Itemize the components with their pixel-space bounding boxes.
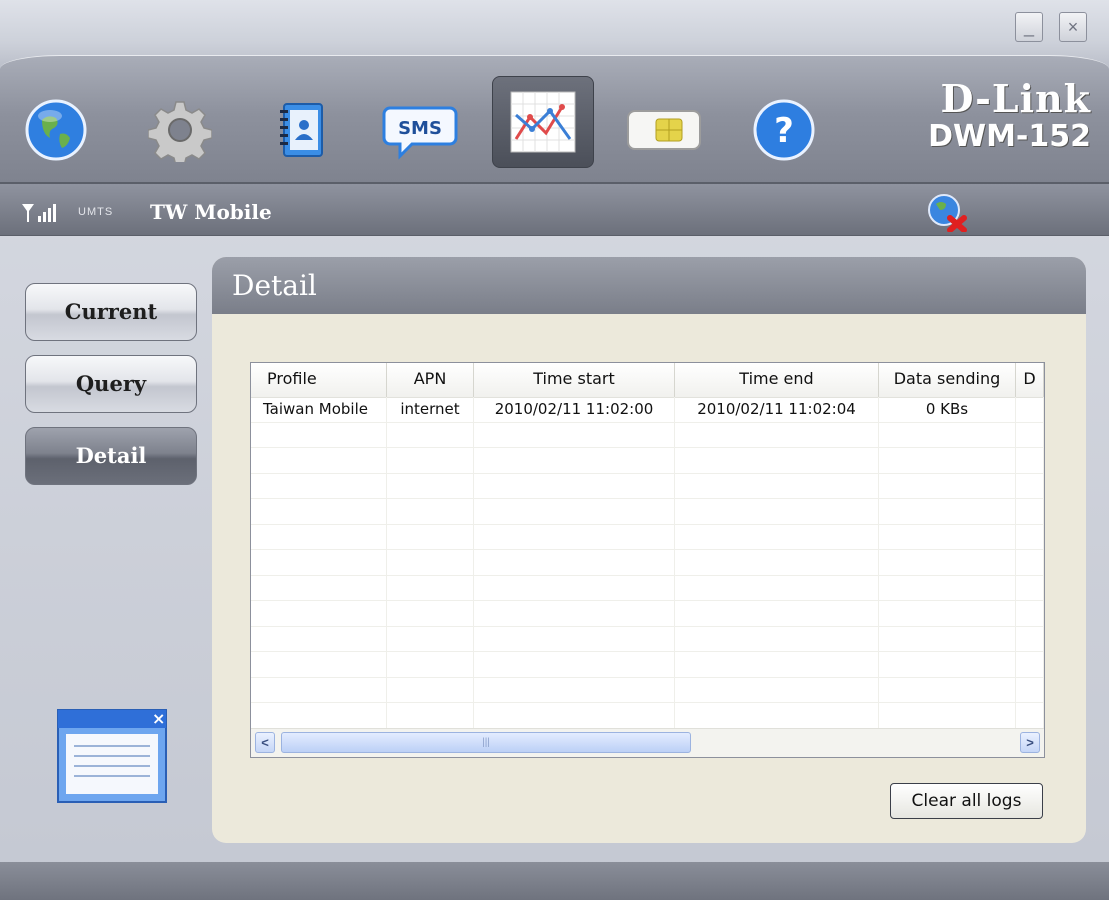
- cell-time-end: 2010/02/11 11:02:04: [675, 397, 879, 422]
- brand-name: D-Link: [940, 76, 1091, 121]
- sim-card-icon: [627, 110, 701, 150]
- column-header-time-start[interactable]: Time start: [474, 363, 675, 397]
- horizontal-scrollbar[interactable]: < ||| >: [251, 728, 1044, 757]
- table-row-empty: [251, 652, 1044, 678]
- toolbar-phonebook-button[interactable]: [262, 90, 342, 170]
- toolbar-sms-button[interactable]: SMS: [380, 90, 460, 170]
- log-window-icon: ×: [56, 706, 168, 806]
- status-bar: UMTS TW Mobile: [0, 182, 1109, 236]
- column-header-data-sending[interactable]: Data sending: [879, 363, 1016, 397]
- connection-log-table[interactable]: Profile APN Time start Time end Data sen…: [250, 362, 1045, 758]
- statistics-chart-icon: [510, 91, 576, 153]
- help-icon-label: ?: [774, 111, 794, 151]
- table-row-empty: [251, 550, 1044, 576]
- table-header: Profile APN Time start Time end Data sen…: [251, 363, 1044, 398]
- model-name: DWM-152: [928, 119, 1091, 154]
- column-header-time-end[interactable]: Time end: [675, 363, 879, 397]
- brand-logo: D-Link DWM-152: [928, 80, 1091, 152]
- detail-panel: Detail Profile APN Time start Time end D…: [212, 257, 1086, 843]
- scroll-thumb[interactable]: |||: [281, 732, 691, 753]
- scroll-right-button[interactable]: >: [1020, 732, 1040, 753]
- minimize-button[interactable]: _: [1015, 12, 1043, 42]
- bottom-bar: [0, 862, 1109, 900]
- table-body: Taiwan Mobile internet 2010/02/11 11:02:…: [251, 397, 1044, 754]
- network-type: UMTS: [78, 206, 114, 218]
- table-row-empty: [251, 499, 1044, 525]
- cell-data-sending: 0 KBs: [879, 397, 1016, 422]
- toolbar-help-button[interactable]: ?: [744, 90, 824, 170]
- svg-text:×: ×: [152, 709, 165, 728]
- close-button[interactable]: ×: [1059, 12, 1087, 42]
- disconnect-button[interactable]: [926, 192, 970, 233]
- table-row[interactable]: Taiwan Mobile internet 2010/02/11 11:02:…: [251, 397, 1044, 423]
- nav-detail-button[interactable]: Detail: [25, 427, 197, 485]
- toolbar-statistics-button[interactable]: [492, 76, 594, 168]
- disconnect-globe-icon: [928, 194, 967, 233]
- nav-current-button[interactable]: Current: [25, 283, 197, 341]
- globe-icon: [25, 99, 87, 161]
- table-row-empty: [251, 601, 1044, 627]
- cell-apn: internet: [387, 397, 474, 422]
- nav-query-button[interactable]: Query: [25, 355, 197, 413]
- gear-icon: [148, 101, 212, 162]
- toolbar-sim-button[interactable]: [624, 90, 704, 170]
- sms-icon-label: SMS: [398, 118, 442, 139]
- column-header-data-receiving[interactable]: D: [1016, 363, 1044, 397]
- table-row-empty: [251, 677, 1044, 703]
- table-row-empty: [251, 473, 1044, 499]
- column-header-apn[interactable]: APN: [387, 363, 474, 397]
- carrier-name: TW Mobile: [150, 200, 272, 224]
- toolbar-internet-button[interactable]: [16, 90, 96, 170]
- table-row-empty: [251, 422, 1044, 448]
- sms-icon: SMS: [382, 106, 458, 160]
- cell-profile: Taiwan Mobile: [251, 397, 387, 422]
- table-row-empty: [251, 626, 1044, 652]
- table-row-empty: [251, 524, 1044, 550]
- column-header-profile[interactable]: Profile: [251, 363, 387, 397]
- phonebook-icon: [280, 103, 323, 157]
- app-window: _ × SMS ? D-Link DWM-152 UMTS TW Mobile …: [0, 0, 1109, 900]
- panel-title: Detail: [232, 269, 317, 302]
- table-row-empty: [251, 575, 1044, 601]
- signal-strength-icon: [20, 202, 60, 229]
- cell-time-start: 2010/02/11 11:02:00: [474, 397, 675, 422]
- toolbar-settings-button[interactable]: [140, 90, 220, 170]
- table-row-empty: [251, 703, 1044, 729]
- cell-data-receiving: [1016, 397, 1044, 422]
- panel-header: Detail: [212, 257, 1086, 314]
- table-row-empty: [251, 448, 1044, 474]
- help-icon: ?: [753, 99, 815, 161]
- scroll-left-button[interactable]: <: [255, 732, 275, 753]
- clear-all-logs-button[interactable]: Clear all logs: [890, 783, 1043, 819]
